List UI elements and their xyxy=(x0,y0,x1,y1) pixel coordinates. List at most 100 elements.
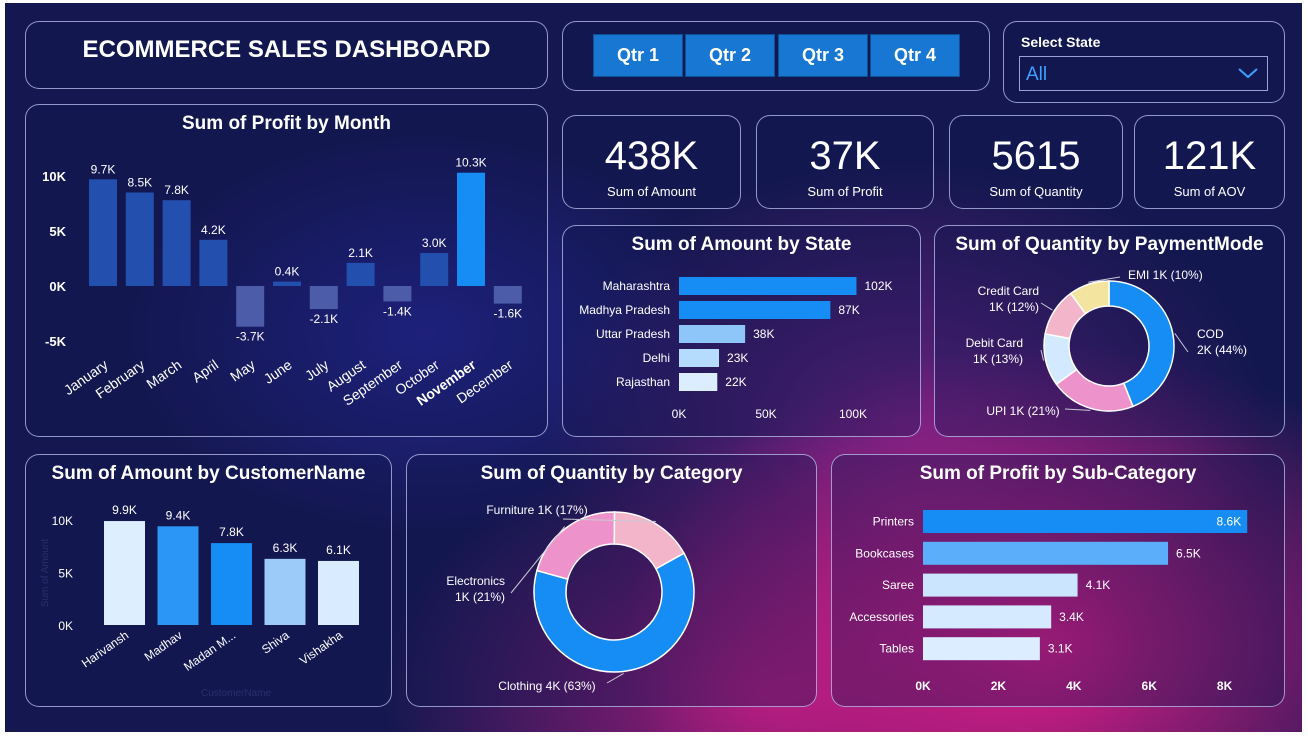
y-tick-label: Uttar Pradesh xyxy=(596,327,670,341)
leader-line xyxy=(606,673,624,684)
quantity-by-category-card: Sum of Quantity by Category Clothing 4K … xyxy=(406,454,817,707)
bar xyxy=(923,637,1040,661)
bar xyxy=(420,253,449,286)
x-tick-label: April xyxy=(189,356,221,385)
slice-label: 1K (12%) xyxy=(989,300,1039,314)
bar xyxy=(199,239,228,286)
data-label: 7.8K xyxy=(219,525,244,539)
x-tick-label: 0K xyxy=(915,679,931,693)
data-label: 7.8K xyxy=(164,183,189,197)
y-tick-label: Accessories xyxy=(849,610,914,624)
data-label: 9.9K xyxy=(112,503,137,517)
bar xyxy=(318,560,359,625)
kpi-aov-label: Sum of AOV xyxy=(1173,184,1246,199)
profit-by-month-card: Sum of Profit by Month 10K 5K 0K -5K 9.7K Jan… xyxy=(25,104,548,437)
leader-line xyxy=(1040,349,1045,361)
data-label: -1.6K xyxy=(493,307,522,321)
slice-label: Electronics xyxy=(446,574,505,588)
qtr-3-button[interactable]: Qtr 3 xyxy=(778,34,868,77)
data-label: 8.5K xyxy=(127,176,152,190)
bar xyxy=(162,200,191,286)
bar xyxy=(264,558,306,625)
data-label: 2.1K xyxy=(348,246,373,260)
slice-label: 1K (13%) xyxy=(973,352,1023,366)
bar xyxy=(493,286,522,304)
qtr-4-button[interactable]: Qtr 4 xyxy=(870,34,960,77)
data-label: 6.1K xyxy=(326,543,351,557)
dashboard-title: ECOMMERCE SALES DASHBOARD xyxy=(82,36,491,63)
bar xyxy=(679,373,718,391)
slice-label: Furniture 1K (17%) xyxy=(486,503,587,517)
data-label: 102K xyxy=(864,279,892,293)
state-filter-card: Select State All xyxy=(1003,21,1285,103)
slice-label: EMI 1K (10%) xyxy=(1128,268,1203,282)
x-tick-label: 8K xyxy=(1217,679,1233,693)
leader-line xyxy=(1174,333,1189,353)
y-tick-label: Madhya Pradesh xyxy=(579,303,670,317)
amount-by-state-card: Sum of Amount by State Maharashtra 102K Ma… xyxy=(562,225,921,437)
bar xyxy=(679,325,746,343)
x-tick-label: Vishakha xyxy=(297,628,346,668)
bar xyxy=(273,281,301,286)
bar xyxy=(383,286,412,302)
bar xyxy=(211,543,252,625)
dashboard: ECOMMERCE SALES DASHBOARD Qtr 1 Qtr 2 Qt… xyxy=(5,3,1302,732)
chevron-down-icon xyxy=(1237,65,1259,86)
bar xyxy=(236,286,265,327)
state-filter-label: Select State xyxy=(1021,34,1101,50)
bar xyxy=(346,262,375,286)
slice-label: 2K (44%) xyxy=(1197,343,1247,357)
kpi-amount-card: 438K Sum of Amount xyxy=(562,115,741,209)
bar xyxy=(679,349,720,367)
bar xyxy=(923,510,1248,533)
bar xyxy=(125,192,154,286)
quantity-by-category-chart: Clothing 4K (63%) Electronics 1K (21%) Furn… xyxy=(446,503,695,693)
x-tick-label: Shiva xyxy=(259,628,292,657)
bar xyxy=(679,301,831,319)
x-tick-label: May xyxy=(227,356,258,384)
kpi-profit-card: 37K Sum of Profit xyxy=(756,115,934,209)
profit-by-subcategory-chart: Printers 8.6K Bookcases 6.5K Saree 4.1K Access… xyxy=(849,510,1248,693)
slice-label: Debit Card xyxy=(966,336,1023,350)
state-dropdown[interactable]: All xyxy=(1019,56,1268,91)
data-label: 23K xyxy=(727,351,748,365)
qtr-2-button[interactable]: Qtr 2 xyxy=(685,34,775,77)
y-tick-label: Delhi xyxy=(643,351,670,365)
bar xyxy=(89,179,117,286)
data-label: 3.4K xyxy=(1059,610,1084,624)
data-label: 8.6K xyxy=(1217,515,1242,529)
slice-label: UPI 1K (21%) xyxy=(986,404,1059,418)
bar xyxy=(679,277,857,295)
data-label: 9.7K xyxy=(91,162,116,176)
y-tick-label: Rajasthan xyxy=(616,375,670,389)
kpi-quantity-card: 5615 Sum of Quantity xyxy=(949,115,1123,209)
bar xyxy=(309,286,338,310)
data-label: 4.2K xyxy=(201,223,226,237)
kpi-quantity-label: Sum of Quantity xyxy=(989,184,1083,199)
bar xyxy=(457,172,485,286)
state-dropdown-value: All xyxy=(1026,64,1048,85)
x-tick-label: 50K xyxy=(755,407,776,421)
data-label: 3.1K xyxy=(1048,642,1073,656)
kpi-profit-value: 37K xyxy=(809,134,881,178)
data-label: -2.1K xyxy=(309,312,338,326)
donut-slice xyxy=(536,511,616,581)
x-tick-label: Madhav xyxy=(142,628,185,664)
quantity-by-paymentmode-chart: COD 2K (44%) UPI 1K (21%) Debit Card 1K (13%… xyxy=(966,268,1247,418)
kpi-aov-card: 121K Sum of AOV xyxy=(1134,115,1285,209)
y-tick-label: 10K xyxy=(42,169,66,184)
y-tick-label: Saree xyxy=(882,578,914,592)
data-label: 87K xyxy=(838,303,859,317)
y-axis-title: Sum of Amount xyxy=(40,539,51,608)
slice-label: COD xyxy=(1197,327,1224,341)
x-tick-label: Madan M... xyxy=(181,628,238,674)
leader-line xyxy=(1064,408,1091,411)
kpi-amount-label: Sum of Amount xyxy=(607,184,696,199)
qtr-1-button[interactable]: Qtr 1 xyxy=(593,34,683,77)
x-tick-label: 4K xyxy=(1066,679,1082,693)
kpi-amount-value: 438K xyxy=(604,134,699,178)
y-tick-label: Maharashtra xyxy=(603,279,671,293)
amount-by-customer-card: Sum of Amount by CustomerName 10K 5K 0K Sum… xyxy=(25,454,392,707)
data-label: 3.0K xyxy=(422,236,447,250)
data-label: 22K xyxy=(725,375,746,389)
